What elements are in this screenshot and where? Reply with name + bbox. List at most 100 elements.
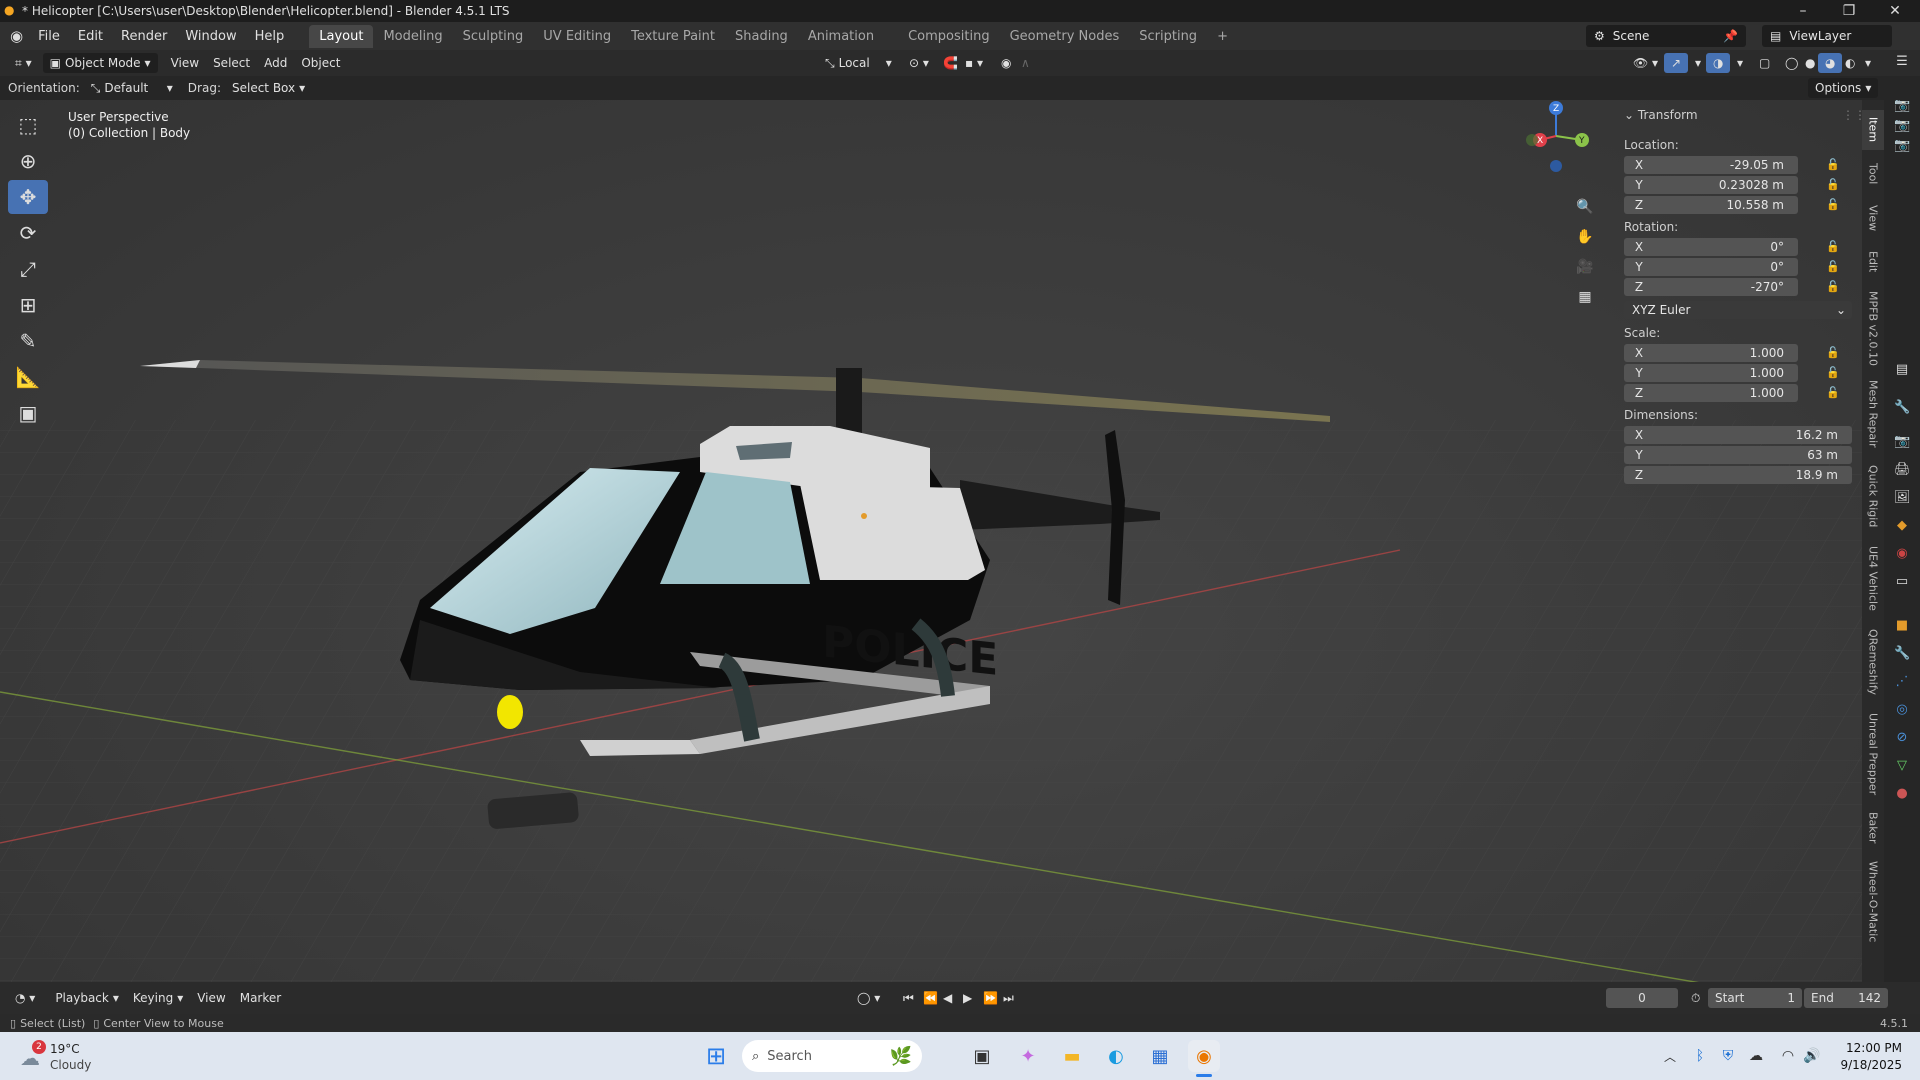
camera-icon[interactable]: 📷 [1894,138,1910,154]
lock-icon[interactable]: 🔓 [1826,260,1840,273]
location-z-field[interactable]: Z 10.558 m [1624,196,1798,214]
add-workspace-button[interactable]: + [1207,25,1238,48]
tab-scripting[interactable]: Scripting [1129,25,1207,48]
menu-select[interactable]: Select [206,53,257,73]
constraints-icon[interactable]: ⊘ [1894,730,1910,746]
lock-icon[interactable]: 🔓 [1826,280,1840,293]
camera-view-icon[interactable]: 🎥 [1572,254,1598,280]
pan-hand-icon[interactable]: ✋ [1572,224,1598,250]
gizmo-toggle[interactable]: ↗ [1664,53,1689,73]
chevron-up-icon[interactable]: ︿ [1654,1040,1686,1072]
tab-shading[interactable]: Shading [725,25,798,48]
menu-object[interactable]: Object [294,53,347,73]
menu-keying[interactable]: Keying ▾ [126,988,190,1008]
tab-uv-editing[interactable]: UV Editing [533,25,621,48]
lock-icon[interactable]: 🔓 [1826,346,1840,359]
task-view-icon[interactable]: ▣ [966,1040,998,1072]
volume-icon[interactable]: 🔊 [1796,1040,1828,1072]
timeline-editor-type-button[interactable]: ◔ ▾ [8,988,42,1008]
lock-icon[interactable]: 🔓 [1826,198,1840,211]
overlays-toggle[interactable]: ◑ [1706,53,1731,73]
tab-mpfb[interactable]: MPFB v2.0.10 [1862,286,1884,370]
close-button[interactable]: ✕ [1872,0,1918,22]
scale-z-field[interactable]: Z 1.000 [1624,384,1798,402]
tab-modeling[interactable]: Modeling [373,25,452,48]
camera-icon[interactable]: 📷 [1894,98,1910,114]
menu-render[interactable]: Render [112,29,176,44]
particles-icon[interactable]: ⋰ [1894,674,1910,690]
dimensions-y-field[interactable]: Y 63 m [1624,446,1852,464]
tab-tool[interactable]: Tool [1862,154,1884,194]
cursor-tool-icon[interactable]: ⊕ [8,144,48,178]
blender-taskbar-icon[interactable]: ◉ [1188,1040,1220,1072]
rotation-mode-dropdown[interactable]: XYZ Euler ⌄ [1624,301,1852,319]
tab-animation[interactable]: Animation [798,25,884,48]
menu-edit[interactable]: Edit [69,29,112,44]
editor-type-button[interactable]: ⌗ ▾ [8,53,39,73]
data-icon[interactable]: ▽ [1894,758,1910,774]
edge-browser-icon[interactable]: ◐ [1100,1040,1132,1072]
copilot-icon[interactable]: ✦ [1012,1040,1044,1072]
lock-icon[interactable]: 🔓 [1826,240,1840,253]
clock[interactable]: 12:00 PM 9/18/2025 [1830,1041,1902,1072]
transform-tool-icon[interactable]: ⊞ [8,288,48,322]
rotation-y-field[interactable]: Y 0° [1624,258,1798,276]
properties-icon[interactable]: ▤ [1894,362,1910,378]
menu-marker[interactable]: Marker [233,988,288,1008]
tab-layout[interactable]: Layout [309,24,374,48]
lock-icon[interactable]: 🔓 [1826,158,1840,171]
modifier-icon[interactable]: 🔧 [1894,646,1910,662]
material-icon[interactable]: ● [1894,786,1910,802]
tab-mesh-repair[interactable]: Mesh Repair [1862,374,1884,454]
menu-file[interactable]: File [29,29,69,44]
add-cube-tool-icon[interactable]: ▣ [8,396,48,430]
tool-settings-icon[interactable]: 🔧 [1894,400,1910,416]
tab-item[interactable]: Item [1862,110,1884,150]
menu-playback[interactable]: Playback ▾ [48,988,126,1008]
collection-icon[interactable]: ▭ [1894,574,1910,590]
scale-y-field[interactable]: Y 1.000 [1624,364,1798,382]
overlays-dropdown[interactable]: ▾ [1730,53,1750,73]
transform-orientation-selector[interactable]: ⤡ Local ▾ [818,53,899,73]
search-box[interactable]: ⌕ Search 🌿 [742,1040,922,1072]
lock-icon[interactable]: 🔓 [1826,178,1840,191]
file-explorer-icon[interactable]: ▬ [1056,1040,1088,1072]
options-button[interactable]: Options ▾ [1808,78,1879,98]
current-frame-field[interactable]: 0 [1606,988,1678,1008]
menu-help[interactable]: Help [246,29,294,44]
camera-icon[interactable]: 📷 [1894,118,1910,134]
rotation-z-field[interactable]: Z -270° [1624,278,1798,296]
select-box-tool-icon[interactable]: ⬚ [8,108,48,142]
physics-icon[interactable]: ◎ [1894,702,1910,718]
grid-toggle-icon[interactable]: ▦ [1572,284,1598,310]
scene-icon[interactable]: ◆ [1894,518,1910,534]
maximize-button[interactable]: ❐ [1826,0,1872,22]
object-icon[interactable]: ■ [1894,618,1910,634]
tab-edit[interactable]: Edit [1862,242,1884,282]
menu-window[interactable]: Window [176,29,245,44]
jump-end-button[interactable]: ⏭ [996,988,1021,1008]
store-icon[interactable]: ▦ [1144,1040,1176,1072]
render-icon[interactable]: 📷 [1894,434,1910,450]
mode-selector[interactable]: ▣ Object Mode ▾ [42,53,158,73]
tab-wheel-o-matic[interactable]: Wheel-O-Matic [1862,854,1884,950]
snap-target-button[interactable]: ▪ ▾ [958,53,990,73]
viewlayer-selector[interactable]: ▤ ViewLayer [1762,25,1892,47]
end-frame-field[interactable]: End 142 [1804,988,1888,1008]
pivot-point-button[interactable]: ⊙ ▾ [902,53,936,73]
location-x-field[interactable]: X -29.05 m [1624,156,1798,174]
transform-panel-header[interactable]: ⌄ Transform [1624,108,1698,122]
tab-compositing[interactable]: Compositing [898,25,1000,48]
annotate-tool-icon[interactable]: ✎ [8,324,48,358]
lock-icon[interactable]: 🔓 [1826,386,1840,399]
preview-range-icon[interactable]: ⏱ [1684,988,1707,1008]
lock-icon[interactable]: 🔓 [1826,366,1840,379]
onedrive-icon[interactable]: ☁ [1740,1040,1772,1072]
menu-view[interactable]: View [164,53,206,73]
tab-ue4-vehicle[interactable]: UE4 Vehicle [1862,538,1884,618]
rotate-tool-icon[interactable]: ⟳ [8,216,48,250]
measure-tool-icon[interactable]: 📐 [8,360,48,394]
outliner-icon[interactable]: ☰ [1894,54,1910,70]
zoom-icon[interactable]: 🔍 [1572,194,1598,220]
location-y-field[interactable]: Y 0.23028 m [1624,176,1798,194]
